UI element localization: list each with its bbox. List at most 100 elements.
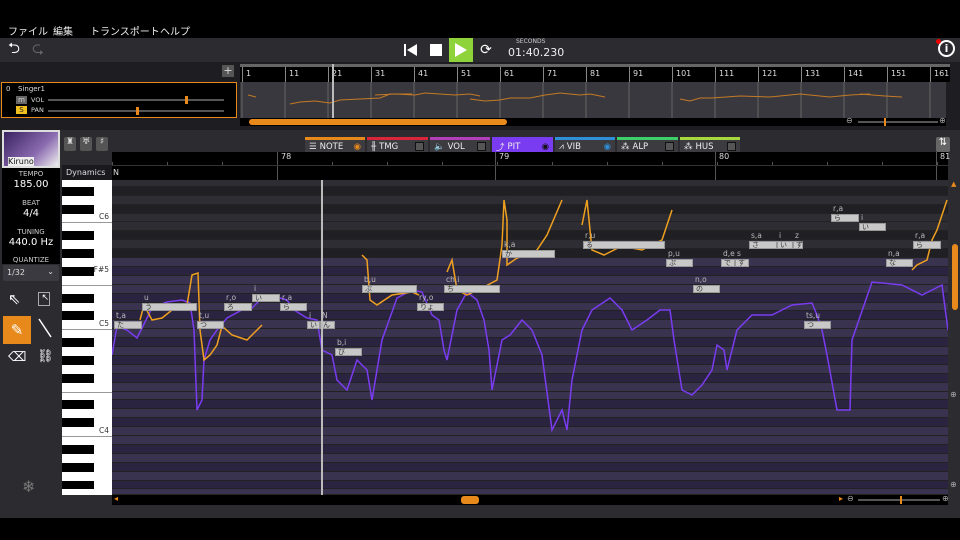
note[interactable]: sす xyxy=(735,249,749,267)
note[interactable]: k,a か xyxy=(502,240,555,258)
piano-roll-ruler[interactable]: 78 79 80 81 xyxy=(112,152,950,180)
vol-slider[interactable] xyxy=(48,96,224,104)
tab-pit[interactable]: ⤴ PIT ◉ xyxy=(492,137,553,153)
note[interactable]: n,a な xyxy=(886,249,913,267)
overview-scroll-thumb[interactable] xyxy=(249,119,507,125)
line-tool-icon[interactable] xyxy=(38,318,52,338)
note[interactable]: r,a ら xyxy=(831,205,859,222)
black-key[interactable] xyxy=(62,311,94,321)
black-key[interactable] xyxy=(62,293,94,303)
black-key[interactable] xyxy=(62,373,94,383)
visibility-checkbox[interactable] xyxy=(477,142,486,151)
black-key[interactable] xyxy=(62,462,94,472)
black-key[interactable] xyxy=(62,186,94,196)
redo-icon[interactable]: ⮎ xyxy=(28,39,48,60)
add-track-button[interactable]: + xyxy=(222,65,234,77)
play-button[interactable] xyxy=(449,38,473,62)
black-key[interactable] xyxy=(62,355,94,365)
zoom-in-icon[interactable]: ⊕ xyxy=(942,494,949,503)
quantize-select[interactable]: 1/32 ⌄ xyxy=(3,265,59,281)
note[interactable]: b,u ぶ xyxy=(362,276,417,294)
vertical-zoom-out-icon[interactable]: ⊕ xyxy=(950,480,957,489)
black-key[interactable] xyxy=(62,338,94,348)
horizontal-scroll-thumb[interactable] xyxy=(461,496,479,504)
playhead[interactable] xyxy=(321,180,323,495)
horizontal-zoom-slider[interactable] xyxy=(858,496,940,504)
overview-zoom-slider[interactable] xyxy=(858,118,938,126)
visibility-checkbox[interactable] xyxy=(665,142,674,151)
menu-help[interactable]: ヘルプ xyxy=(160,23,190,38)
pen-tool-icon[interactable]: ✎ xyxy=(3,316,31,344)
undo-icon[interactable]: ⮌ xyxy=(4,39,24,60)
mute-button[interactable]: m xyxy=(16,96,27,104)
note[interactable]: iい xyxy=(859,214,886,231)
note[interactable]: s,a さ xyxy=(749,231,777,249)
note[interactable]: n,o の xyxy=(693,276,720,294)
expand-icon[interactable]: ⇅ xyxy=(936,137,950,152)
eraser-tool-icon[interactable]: ⌫ xyxy=(8,350,26,365)
solo-button[interactable]: S xyxy=(16,106,27,114)
note[interactable]: zず xyxy=(793,231,803,249)
singer-avatar[interactable]: Kiruno xyxy=(2,130,60,168)
visibility-checkbox[interactable] xyxy=(415,142,424,151)
black-key[interactable] xyxy=(62,480,94,490)
visibility-checkbox[interactable] xyxy=(727,142,736,151)
vertical-scrollbar[interactable]: ▲ ⊕ ⊕ xyxy=(950,180,960,495)
tab-note[interactable]: ☰ NOTE ◉ xyxy=(305,137,365,153)
black-key[interactable] xyxy=(62,231,94,241)
note[interactable]: r,u る xyxy=(583,231,665,249)
note[interactable]: iい xyxy=(777,231,793,249)
black-key[interactable] xyxy=(62,266,94,276)
note[interactable]: r,a ら xyxy=(280,294,307,311)
track-part[interactable] xyxy=(240,82,946,118)
note[interactable]: uう xyxy=(142,294,197,311)
eye-icon[interactable]: ◉ xyxy=(542,142,549,152)
scroll-left-icon[interactable]: ◂ xyxy=(114,494,118,503)
skip-to-start-button[interactable] xyxy=(401,40,421,60)
black-key[interactable] xyxy=(62,418,94,428)
select-tool-icon[interactable]: ⇖ xyxy=(8,290,21,308)
drum-icon[interactable]: ♅ xyxy=(80,137,92,151)
menu-edit[interactable]: 編集 xyxy=(53,23,73,38)
key-signature-icon[interactable]: ♯ xyxy=(96,137,108,151)
eye-icon[interactable]: ◉ xyxy=(354,142,361,152)
loop-icon[interactable]: ⟳ xyxy=(476,40,496,60)
vertical-scroll-thumb[interactable] xyxy=(952,244,958,310)
note[interactable]: r,o ろ xyxy=(224,294,252,311)
note[interactable]: ry,o りょ xyxy=(417,294,444,311)
menu-file[interactable]: ファイル xyxy=(8,23,48,38)
zoom-in-icon[interactable]: ⊕ xyxy=(939,116,946,125)
beat-value[interactable]: 4/4 xyxy=(0,208,62,219)
note[interactable]: r,a ら xyxy=(913,231,941,249)
piano-keyboard[interactable]: C6 F#5 C5 C4 xyxy=(62,180,112,495)
note[interactable]: iい xyxy=(252,285,280,303)
overview-ruler[interactable]: 1 11 21 31 41 51 61 71 81 91 101 111 121 131 141 151 161 xyxy=(240,64,950,82)
tempo-value[interactable]: 185.00 xyxy=(0,179,62,190)
overview-scrollbar[interactable]: ⊖ ⊕ xyxy=(240,116,946,126)
overview-playhead[interactable] xyxy=(332,64,334,118)
stop-button[interactable] xyxy=(426,40,446,60)
menu-transport[interactable]: トランスポート xyxy=(90,23,160,38)
track-header[interactable]: 0 Singer1 m VOL S PAN xyxy=(1,82,237,118)
tab-vib[interactable]: ⩘ VIB ◉ xyxy=(555,137,615,153)
vol-slider-handle[interactable] xyxy=(185,96,189,104)
note[interactable]: iい xyxy=(307,312,320,329)
zoom-out-icon[interactable]: ⊖ xyxy=(846,116,853,125)
black-key[interactable] xyxy=(62,444,94,454)
snowflake-icon[interactable]: ❄ xyxy=(22,477,35,496)
black-key[interactable] xyxy=(62,204,94,214)
eye-icon[interactable]: ◉ xyxy=(604,142,611,152)
horizontal-scrollbar[interactable]: ◂ ▸ ⊖ ⊕ xyxy=(112,494,949,505)
knife-link-tool-icon[interactable]: ⛓ xyxy=(37,349,54,364)
note[interactable]: b,i び xyxy=(335,338,362,356)
zoom-out-icon[interactable]: ⊖ xyxy=(847,494,854,503)
tab-hus[interactable]: ⁂ HUS xyxy=(680,137,740,153)
pan-slider-handle[interactable] xyxy=(136,107,139,115)
black-key[interactable] xyxy=(62,400,94,410)
pan-slider[interactable] xyxy=(48,107,224,115)
note[interactable]: t,u つ xyxy=(197,312,224,329)
note[interactable]: d,e で xyxy=(721,249,735,267)
time-format-label[interactable]: SECONDS xyxy=(516,38,545,45)
note-grid[interactable]: t,a た u う t,u つ r,o ろ i い r,a ら i い N ん b,i び b,u ぶ ry,o りょ ch… xyxy=(112,180,948,495)
metronome-icon[interactable]: ♜ xyxy=(64,137,76,151)
